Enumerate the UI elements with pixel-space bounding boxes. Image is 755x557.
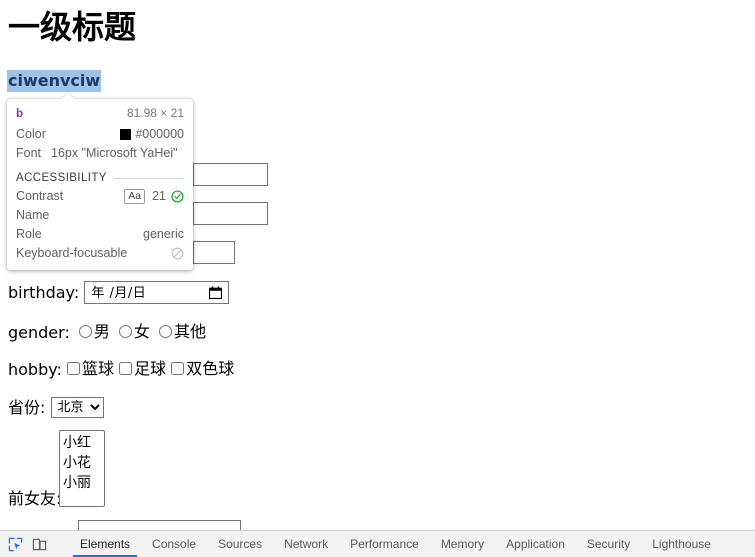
exgirlfriend-option-2[interactable]: 小花 xyxy=(62,452,104,472)
birthday-date-value: 年 /月/日 xyxy=(91,286,147,301)
gender-option-label-male: 男 xyxy=(93,322,110,341)
tab-label: Performance xyxy=(350,537,419,551)
calendar-icon[interactable] xyxy=(209,286,223,300)
gender-radio-female[interactable] xyxy=(119,325,133,338)
hobby-label: hobby: xyxy=(8,359,62,379)
tooltip-keyboard-focusable-row: Keyboard-focusable xyxy=(16,244,184,263)
tab-console[interactable]: Console xyxy=(141,531,207,557)
device-toolbar-icon[interactable] xyxy=(30,535,48,553)
tab-lighthouse[interactable]: Lighthouse xyxy=(641,531,722,557)
tooltip-color-value: #000000 xyxy=(135,127,184,141)
tab-sources[interactable]: Sources xyxy=(207,531,273,557)
hobby-option-label-football: 足球 xyxy=(134,359,167,378)
tooltip-contrast-value: 21 xyxy=(152,189,166,203)
devtools-tabs: Elements Console Sources Network Perform… xyxy=(69,531,722,557)
tooltip-contrast-row: Contrast Aa 21 xyxy=(16,187,184,206)
birthday-row: birthday: 年 /月/日 xyxy=(8,281,230,304)
check-circle-icon xyxy=(171,190,184,203)
gender-label: gender: xyxy=(8,322,70,342)
tooltip-dimensions: 81.98 × 21 xyxy=(126,106,184,120)
tooltip-color-label: Color xyxy=(16,127,46,141)
exgirlfriend-label: 前女友: xyxy=(8,488,62,508)
tooltip-keyboard-value-group xyxy=(171,247,184,260)
tab-label: Elements xyxy=(80,537,131,551)
highlighted-bold-text[interactable]: ciwenvciw xyxy=(7,70,102,92)
devtools-icon-group xyxy=(0,531,69,557)
tooltip-header: b 81.98 × 21 xyxy=(16,106,184,121)
gender-option-other[interactable]: 其他 xyxy=(155,322,206,341)
gender-option-female[interactable]: 女 xyxy=(115,322,150,341)
tab-security[interactable]: Security xyxy=(576,531,641,557)
color-swatch-icon xyxy=(120,129,132,140)
text-input-3[interactable] xyxy=(193,241,235,264)
section-divider xyxy=(113,177,184,179)
devtools-bar: Elements Console Sources Network Perform… xyxy=(0,530,755,557)
tooltip-section-label: ACCESSIBILITY xyxy=(16,172,107,184)
hobby-option-lottery[interactable]: 双色球 xyxy=(171,359,234,378)
tooltip-role-label: Role xyxy=(16,227,42,241)
element-inspector-tooltip: b 81.98 × 21 Color #000000 Font 16px "Mi… xyxy=(7,99,193,270)
tab-label: Console xyxy=(152,537,197,551)
tooltip-contrast-value-group: Aa 21 xyxy=(124,187,184,206)
tooltip-contrast-label: Contrast xyxy=(16,189,64,203)
tab-memory[interactable]: Memory xyxy=(430,531,495,557)
gender-option-label-female: 女 xyxy=(134,322,151,341)
gender-radio-male[interactable] xyxy=(78,325,92,338)
tooltip-role-row: Role generic xyxy=(16,225,184,244)
tooltip-name-label: Name xyxy=(16,208,50,222)
exgirlfriend-row: 前女友: xyxy=(8,488,61,509)
tooltip-color-row: Color #000000 xyxy=(16,125,184,144)
tooltip-color-value-group: #000000 xyxy=(120,125,184,144)
gender-option-male[interactable]: 男 xyxy=(75,322,110,341)
gender-radio-other[interactable] xyxy=(159,325,173,338)
no-entry-icon xyxy=(171,247,184,260)
hobby-checkbox-lottery[interactable] xyxy=(171,362,185,375)
province-select[interactable]: 北京 xyxy=(50,397,104,418)
contrast-sample-box: Aa xyxy=(124,189,146,204)
hobby-option-basketball[interactable]: 篮球 xyxy=(67,359,114,378)
province-label: 省份: xyxy=(8,397,46,417)
tooltip-keyboard-label: Keyboard-focusable xyxy=(16,246,128,260)
tooltip-name-row: Name xyxy=(16,206,184,225)
birthday-label: birthday: xyxy=(8,282,80,302)
tab-label: Memory xyxy=(440,537,485,551)
tab-network[interactable]: Network xyxy=(273,531,339,557)
tooltip-font-label: Font xyxy=(16,146,42,160)
exgirlfriend-option-3[interactable]: 小丽 xyxy=(62,472,104,492)
tab-performance[interactable]: Performance xyxy=(339,531,430,557)
tab-application[interactable]: Application xyxy=(495,531,576,557)
tooltip-accessibility-section: ACCESSIBILITY xyxy=(16,172,184,184)
tooltip-role-value: generic xyxy=(143,227,184,241)
hobby-row: hobby: 篮球 足球 双色球 xyxy=(8,359,234,380)
tab-label: Sources xyxy=(218,537,263,551)
page-title: 一级标题 xyxy=(8,8,137,46)
tab-elements[interactable]: Elements xyxy=(69,531,141,557)
tab-label: Security xyxy=(586,537,631,551)
inspect-cursor-icon[interactable] xyxy=(6,535,24,553)
text-input-1[interactable] xyxy=(193,163,268,186)
gender-option-label-other: 其他 xyxy=(174,322,207,341)
exgirlfriend-option-1[interactable]: 小红 xyxy=(62,432,104,452)
exgirlfriend-listbox[interactable]: 小红 小花 小丽 xyxy=(59,430,105,507)
tab-label: Application xyxy=(506,537,565,551)
hobby-option-football[interactable]: 足球 xyxy=(119,359,166,378)
hobby-option-label-basketball: 篮球 xyxy=(82,359,115,378)
tab-label: Network xyxy=(284,537,329,551)
tooltip-tag-name: b xyxy=(16,107,24,121)
birthday-date-input[interactable]: 年 /月/日 xyxy=(84,281,230,304)
hobby-option-label-lottery: 双色球 xyxy=(186,359,235,378)
tooltip-font-row: Font 16px "Microsoft YaHei" xyxy=(16,144,184,163)
hobby-checkbox-basketball[interactable] xyxy=(67,362,81,375)
tooltip-font-value: 16px "Microsoft YaHei" xyxy=(51,146,178,160)
province-row: 省份: 北京 xyxy=(8,397,104,418)
text-input-2[interactable] xyxy=(193,202,268,225)
hobby-checkbox-football[interactable] xyxy=(119,362,133,375)
gender-row: gender: 男 女 其他 xyxy=(8,322,206,343)
tab-label: Lighthouse xyxy=(652,537,711,551)
